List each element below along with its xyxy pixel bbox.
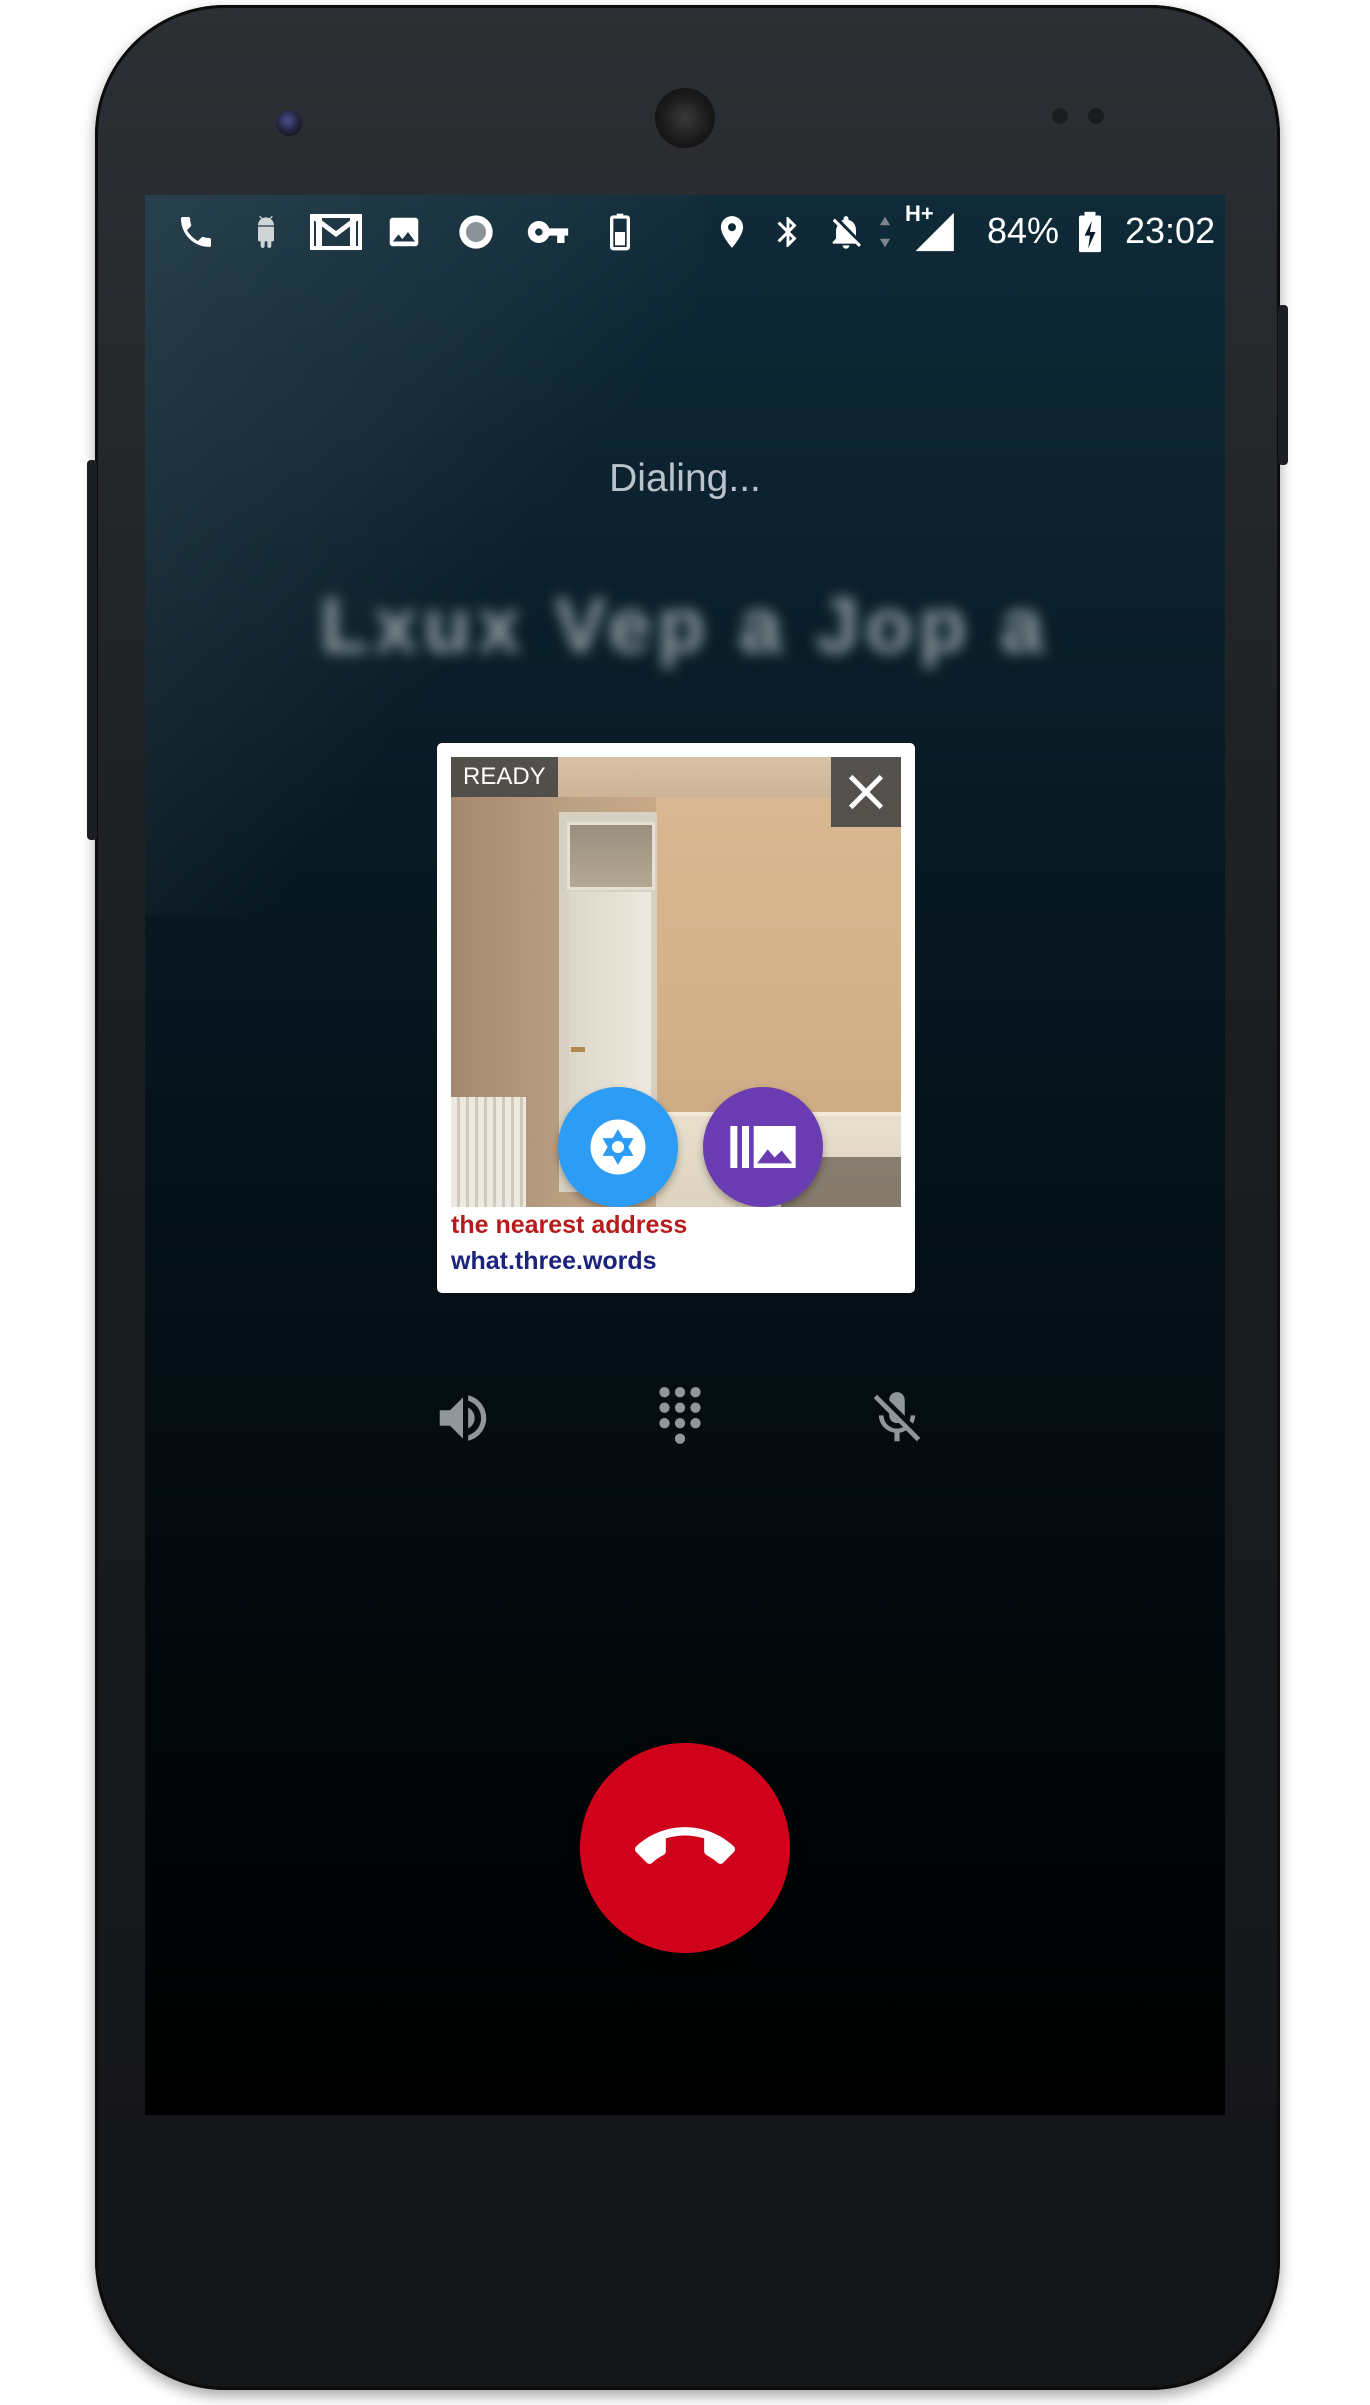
close-button[interactable]: [831, 757, 901, 827]
speaker-button[interactable]: [428, 1383, 498, 1453]
mute-button[interactable]: [862, 1383, 932, 1453]
status-bar: H+ 84% 23:02: [145, 195, 1225, 267]
mute-mic-icon: [873, 1392, 921, 1442]
earpiece-speaker: [655, 88, 715, 148]
photo-door-window: [567, 822, 655, 890]
dialpad-button[interactable]: [645, 1383, 715, 1453]
call-status: Dialing...: [609, 457, 761, 500]
end-call-button[interactable]: [580, 1743, 790, 1953]
battery-saver-icon: [597, 209, 643, 255]
data-arrows-icon: [875, 209, 895, 255]
take-photo-button[interactable]: [558, 1087, 678, 1207]
speaker-icon: [439, 1395, 487, 1441]
contact-name: Lxux Vep a Jop a: [320, 581, 1050, 669]
gallery-icon: [730, 1126, 796, 1168]
location-card: READY the nearest address what.three.wor…: [437, 743, 915, 1293]
front-camera: [276, 110, 302, 136]
battery-percent: 84%: [987, 210, 1060, 251]
photo-door-handle: [571, 1047, 585, 1052]
gallery-button[interactable]: [703, 1087, 823, 1207]
battery-charging-icon: [1073, 209, 1107, 255]
what3words-address: what.three.words: [451, 1247, 657, 1275]
volume-button[interactable]: [87, 460, 97, 840]
power-button[interactable]: [1278, 305, 1288, 465]
end-call-icon: [635, 1827, 735, 1864]
location-icon: [709, 209, 755, 255]
status-badge: READY: [451, 757, 558, 797]
screen: H+ 84% 23:02 Dialing... Lxux Vep a Jop a: [145, 195, 1225, 2115]
dialpad-icon: [659, 1387, 701, 1444]
phone-icon: [173, 209, 219, 255]
close-icon: [848, 774, 884, 810]
image-icon: [381, 209, 427, 255]
nearest-address: the nearest address: [451, 1211, 688, 1239]
key-icon: [525, 209, 571, 255]
clock: 23:02: [1125, 210, 1216, 251]
android-icon: [243, 209, 289, 255]
photo-radiator: [451, 1097, 526, 1207]
gmail-icon: [309, 209, 363, 255]
proximity-sensor: [1052, 108, 1068, 124]
light-sensor: [1088, 108, 1104, 124]
record-icon: [453, 209, 499, 255]
network-type-label: H+: [905, 201, 934, 226]
notifications-off-icon: [823, 209, 869, 255]
camera-shutter-icon: [590, 1119, 646, 1175]
bluetooth-icon: [765, 209, 811, 255]
